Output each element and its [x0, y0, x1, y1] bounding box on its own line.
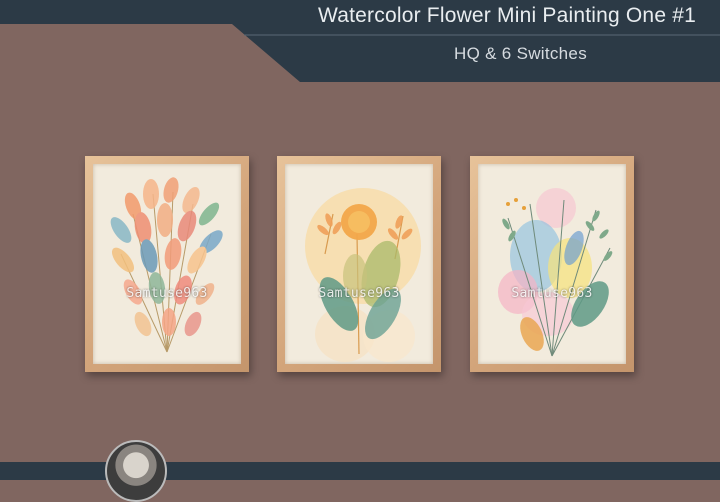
page-subtitle: HQ & 6 Switches	[454, 44, 587, 63]
page-title: Watercolor Flower Mini Painting One #1	[318, 4, 696, 27]
watermark-2: Samtuse963	[318, 286, 400, 301]
watermark-3: Samtuse963	[511, 286, 593, 301]
title-banner: Watercolor Flower Mini Painting One #1 H…	[0, 0, 720, 82]
creator-avatar[interactable]	[105, 440, 167, 502]
painting-artwork-1	[110, 177, 223, 353]
painting-canvas-3: Samtuse963	[478, 164, 626, 364]
painting-artwork-3	[498, 188, 613, 357]
painting-artwork-2	[305, 188, 421, 362]
painting-frame-2: Samtuse963	[277, 156, 441, 372]
painting-canvas-1: Samtuse963	[93, 164, 241, 364]
painting-frame-1: Samtuse963	[85, 156, 249, 372]
painting-canvas-2: Samtuse963	[285, 164, 433, 364]
watermark-1: Samtuse963	[126, 286, 208, 301]
painting-frame-3: Samtuse963	[470, 156, 634, 372]
